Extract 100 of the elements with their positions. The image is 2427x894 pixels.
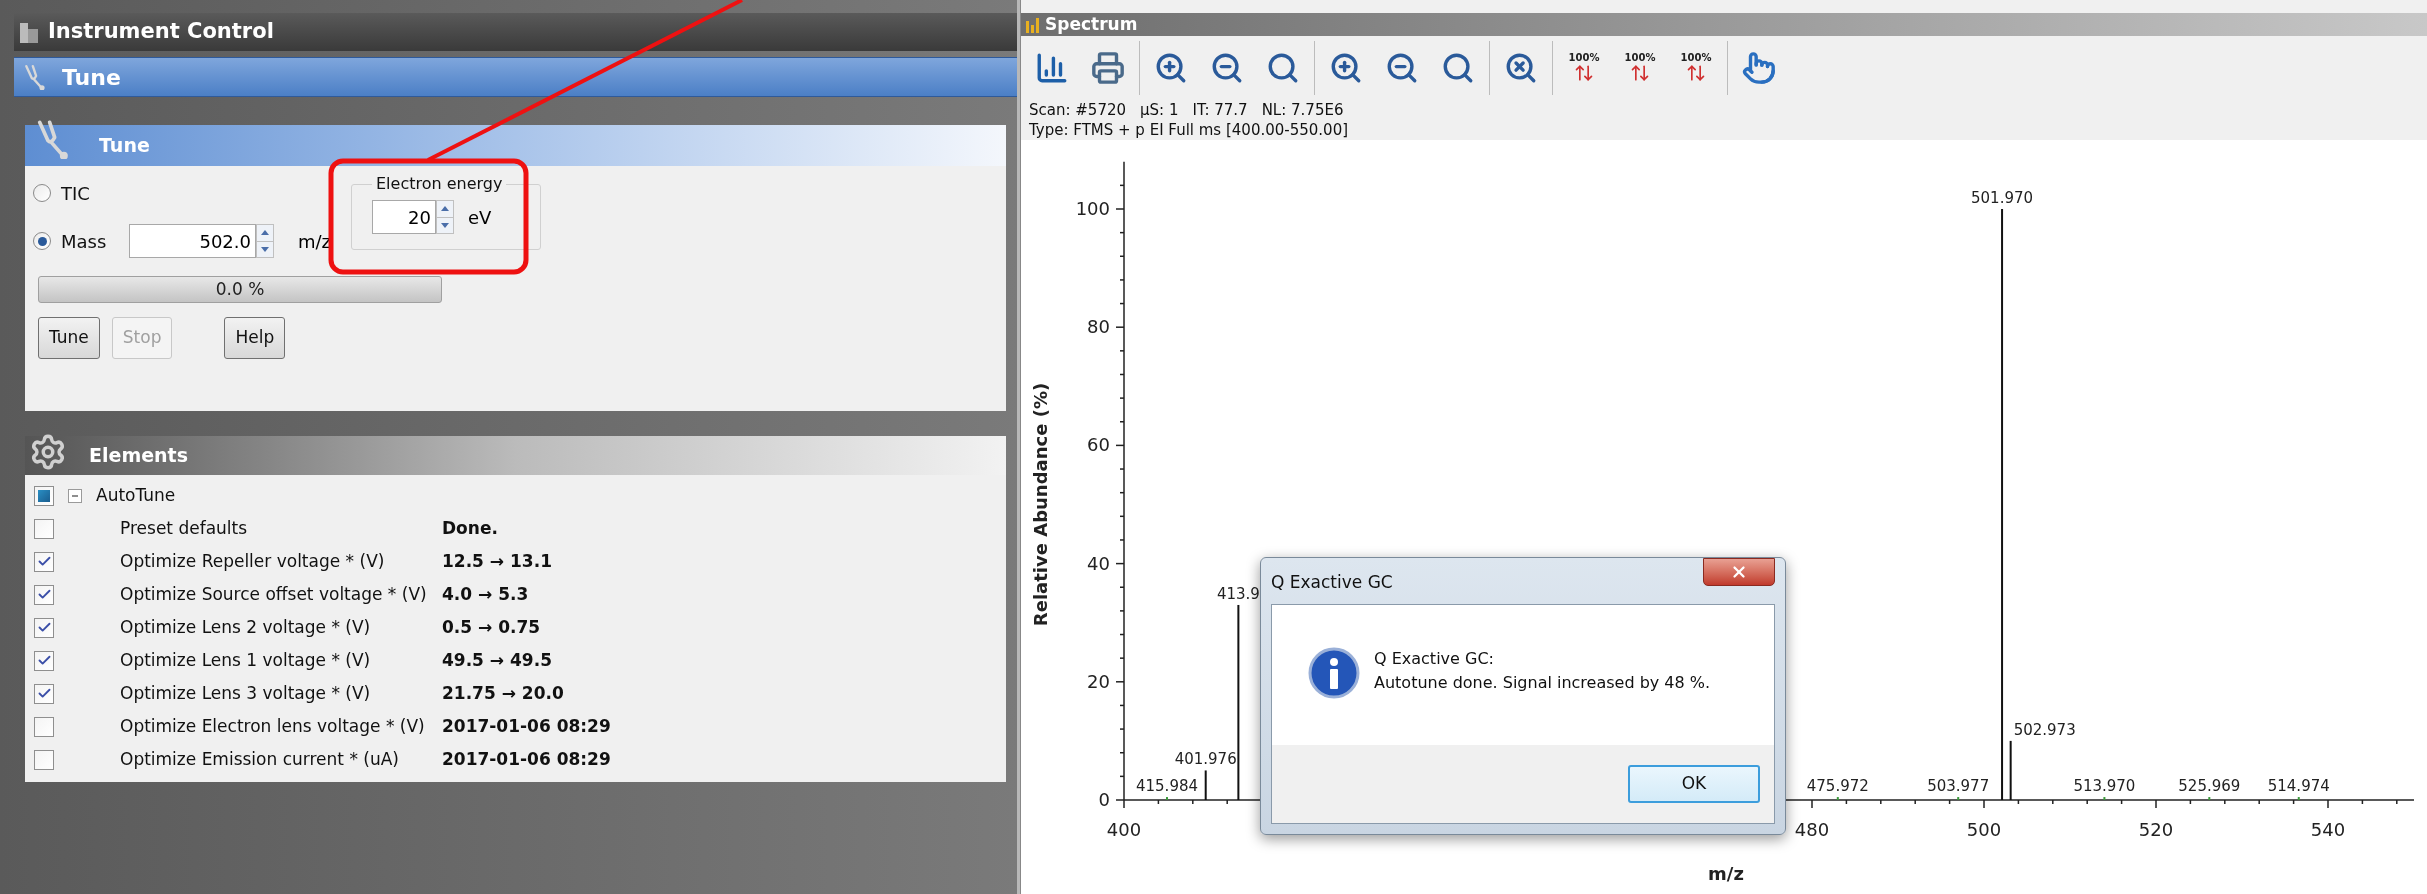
peak-label: 514.974 <box>2267 777 2330 796</box>
zoom-in-icon <box>1154 51 1188 85</box>
unit-label: eV <box>468 205 492 230</box>
axis-title: m/z <box>1708 863 1744 884</box>
zoom-cancel-icon <box>1504 51 1538 85</box>
check-icon <box>36 653 52 668</box>
checkbox[interactable] <box>34 518 54 539</box>
up-arrow-icon <box>261 230 269 236</box>
spectrum-peak <box>2009 740 2012 800</box>
step-label: Optimize Emission current * (uA) <box>120 747 400 771</box>
step-label: Optimize Lens 1 voltage * (V) <box>120 648 372 672</box>
step-result: 12.5 → 13.1 <box>442 549 552 573</box>
tick-label: 20 <box>1087 670 1110 692</box>
step-result: 49.5 → 49.5 <box>442 648 552 672</box>
tick-label: 60 <box>1087 434 1110 456</box>
spectrum-peak <box>2208 797 2211 800</box>
step-label: Preset defaults <box>120 516 249 540</box>
checkbox[interactable] <box>34 617 54 638</box>
magnifier-icon <box>1266 51 1300 85</box>
energy-field[interactable]: 20 <box>372 200 436 234</box>
checkbox[interactable] <box>34 584 54 605</box>
scale-button[interactable]: 100% <box>1561 41 1607 95</box>
step-result: 2017-01-06 08:29 <box>442 714 611 738</box>
step-label: Optimize Lens 2 voltage * (V) <box>120 615 372 639</box>
radio-button[interactable] <box>33 232 51 250</box>
tick-label: 400 <box>1106 819 1142 840</box>
up-arrow-icon <box>441 206 449 212</box>
step-label: Optimize Lens 3 voltage * (V) <box>120 681 372 705</box>
step-result: 0.5 → 0.75 <box>442 615 541 639</box>
progress-text: 0.0 % <box>215 277 265 301</box>
bar-chart-icon <box>1025 16 1041 33</box>
step-label: Optimize Source offset voltage * (V) <box>120 582 428 606</box>
tick-label: 520 <box>2138 819 2174 840</box>
action-button[interactable]: Tune <box>38 317 100 359</box>
dialog-title: Q Exactive GC <box>1271 571 1393 594</box>
check-icon <box>36 587 52 602</box>
step-result: 21.75 → 20.0 <box>442 681 564 705</box>
mass-field[interactable]: 502.0 <box>129 224 256 258</box>
checkbox[interactable] <box>34 485 54 506</box>
step-result: 2017-01-06 08:29 <box>442 747 611 771</box>
step-label: Optimize Electron lens voltage * (V) <box>120 714 426 738</box>
down-arrow-icon <box>441 222 449 228</box>
peak-label: 475.972 <box>1806 777 1869 796</box>
printer-icon <box>1091 51 1125 85</box>
tick-label: 40 <box>1087 552 1110 574</box>
expand-toggle[interactable] <box>68 488 82 503</box>
peak-label: 401.976 <box>1174 750 1237 769</box>
tick-label: 100 <box>1075 198 1110 219</box>
up-down-arrows-icon <box>1574 63 1594 83</box>
step-result: 4.0 → 5.3 <box>442 582 529 606</box>
spectrum-peak <box>1204 770 1207 800</box>
checkbox[interactable] <box>34 716 54 737</box>
close-button[interactable] <box>1703 558 1775 586</box>
check-icon <box>36 554 52 569</box>
panel-title: Instrument Control <box>48 18 274 46</box>
pointer-hand-icon <box>1742 51 1776 85</box>
scan-info: Scan: #5720 <box>1029 99 1127 121</box>
scan-info: IT: 77.7 <box>1192 99 1248 121</box>
peak-label: 415.984 <box>1136 777 1198 796</box>
peak-label: 513.970 <box>2073 777 2136 796</box>
scan-info: NL: 7.75E6 <box>1261 99 1344 121</box>
tick-label: 480 <box>1794 819 1830 840</box>
spin-up-button[interactable] <box>256 224 274 242</box>
building-icon <box>18 20 40 44</box>
scan-type: Type: FTMS + p EI Full ms [400.00-550.00] <box>1029 119 1349 141</box>
radio-button[interactable] <box>33 184 51 202</box>
spin-up-button[interactable] <box>436 200 454 218</box>
unit-label: m/z <box>298 229 332 254</box>
checkbox[interactable] <box>34 749 54 770</box>
close-icon <box>1730 563 1748 581</box>
up-down-arrows-icon <box>1686 63 1706 83</box>
peak-label: 502.973 <box>2013 720 2076 739</box>
checkbox[interactable] <box>34 650 54 671</box>
tick-label: 540 <box>2310 819 2346 840</box>
scan-info: μS: 1 <box>1140 99 1179 121</box>
scale-bars-button[interactable]: 100% <box>1617 41 1663 95</box>
checkbox[interactable] <box>34 683 54 704</box>
step-result: Done. <box>442 516 498 540</box>
tuning-fork-icon <box>22 64 48 90</box>
action-button[interactable]: Help <box>224 317 286 359</box>
scale-peaks-button[interactable]: 100% <box>1673 41 1719 95</box>
spectrum-peak <box>1836 797 1839 800</box>
spectrum-peak <box>1957 797 1960 800</box>
down-arrow-icon <box>261 246 269 252</box>
ok-button[interactable]: OK <box>1628 765 1760 803</box>
indeterminate-icon <box>38 489 50 502</box>
zoom-in-icon <box>1329 51 1363 85</box>
group-label: Electron energy <box>375 173 504 195</box>
checkbox[interactable] <box>34 551 54 572</box>
spectrum-peak <box>2103 797 2106 800</box>
tick-label: 0 <box>1098 789 1110 810</box>
chart-icon <box>1035 51 1069 85</box>
tree-item[interactable]: AutoTune <box>96 482 176 509</box>
card-header: Elements <box>25 436 1006 475</box>
radio-label: Mass <box>61 229 108 254</box>
panel-title: Spectrum <box>1045 12 1138 36</box>
tick-label: 500 <box>1966 819 2002 840</box>
check-icon <box>36 620 52 635</box>
up-down-arrows-icon <box>1630 63 1650 83</box>
peak-label: 501.970 <box>1971 189 2034 207</box>
